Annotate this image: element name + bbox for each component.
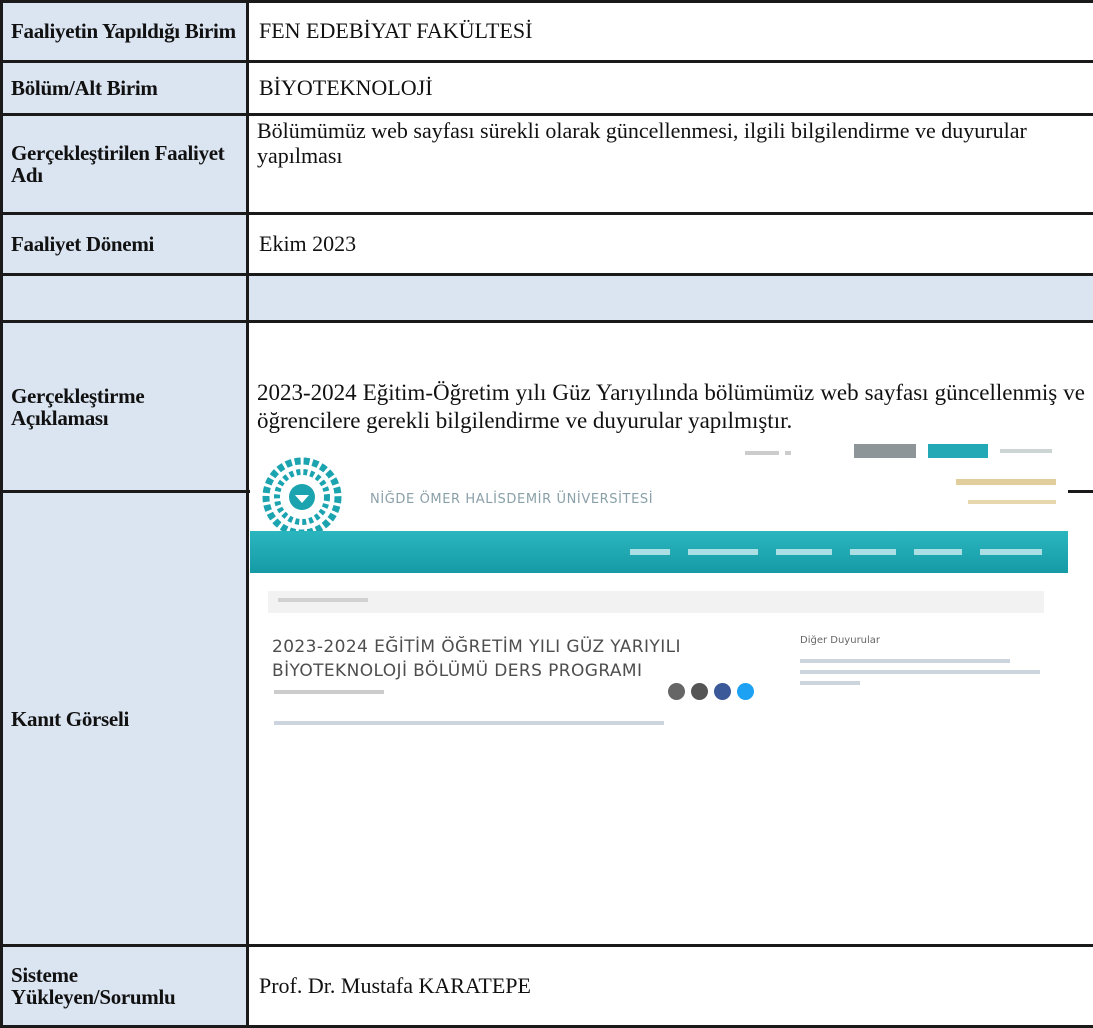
facebook-icon — [714, 683, 731, 700]
share-icon — [691, 683, 708, 700]
header-link — [1000, 449, 1052, 453]
evidence-label: Kanıt Görseli — [0, 490, 249, 948]
header-button-accent — [928, 444, 988, 458]
department-name — [956, 479, 1056, 485]
separator-left — [0, 273, 249, 323]
row-unit: Faaliyetin Yapıldığı Birim FEN EDEBİYAT … — [0, 0, 1093, 63]
site-header: NİĞDE ÖMER HALİSDEMİR ÜNİVERSİTESİ — [250, 435, 1068, 537]
sidebar-links — [800, 659, 1040, 685]
share-icons — [668, 683, 754, 700]
university-name: NİĞDE ÖMER HALİSDEMİR ÜNİVERSİTESİ — [370, 492, 654, 507]
subunit-label: Bölüm/Alt Birim — [0, 59, 249, 117]
website-screenshot: NİĞDE ÖMER HALİSDEMİR ÜNİVERSİTESİ 2023-… — [250, 435, 1068, 747]
twitter-icon — [737, 683, 754, 700]
description-label: Gerçekleştirme Açıklaması — [0, 319, 249, 494]
post-title: 2023-2024 EĞİTİM ÖĞRETİM YILI GÜZ YARIYI… — [272, 637, 681, 681]
nav-menu — [630, 549, 1042, 555]
separator-row — [0, 273, 1093, 323]
activity-name-value: Bölümümüz web sayfası sürekli olarak gün… — [246, 113, 1093, 216]
faculty-name — [968, 500, 1056, 504]
subunit-value: BİYOTEKNOLOJİ — [246, 59, 1093, 117]
breadcrumb — [268, 591, 1044, 613]
unit-label: Faaliyetin Yapıldığı Birim — [0, 0, 249, 63]
uploader-value: Prof. Dr. Mustafa KARATEPE — [246, 944, 1093, 1028]
university-logo — [262, 457, 342, 537]
unit-value: FEN EDEBİYAT FAKÜLTESİ — [246, 0, 1093, 63]
period-label: Faaliyet Dönemi — [0, 212, 249, 277]
site-navbar — [250, 531, 1068, 573]
sidebar-title: Diğer Duyurular — [800, 635, 881, 646]
header-button — [854, 444, 916, 458]
separator-right — [246, 273, 1093, 323]
row-period: Faaliyet Dönemi Ekim 2023 — [0, 212, 1093, 277]
language-selector — [745, 451, 791, 455]
post-link — [274, 721, 664, 725]
row-uploader: Sisteme Yükleyen/Sorumlu Prof. Dr. Musta… — [0, 944, 1093, 1028]
uploader-label: Sisteme Yükleyen/Sorumlu — [0, 944, 249, 1028]
row-activity-name: Gerçekleştirilen Faaliyet Adı Bölümümüz … — [0, 113, 1093, 216]
activity-name-label: Gerçekleştirilen Faaliyet Adı — [0, 113, 249, 216]
row-subunit: Bölüm/Alt Birim BİYOTEKNOLOJİ — [0, 59, 1093, 117]
share-icon — [668, 683, 685, 700]
period-value: Ekim 2023 — [246, 212, 1093, 277]
post-meta — [274, 690, 384, 694]
